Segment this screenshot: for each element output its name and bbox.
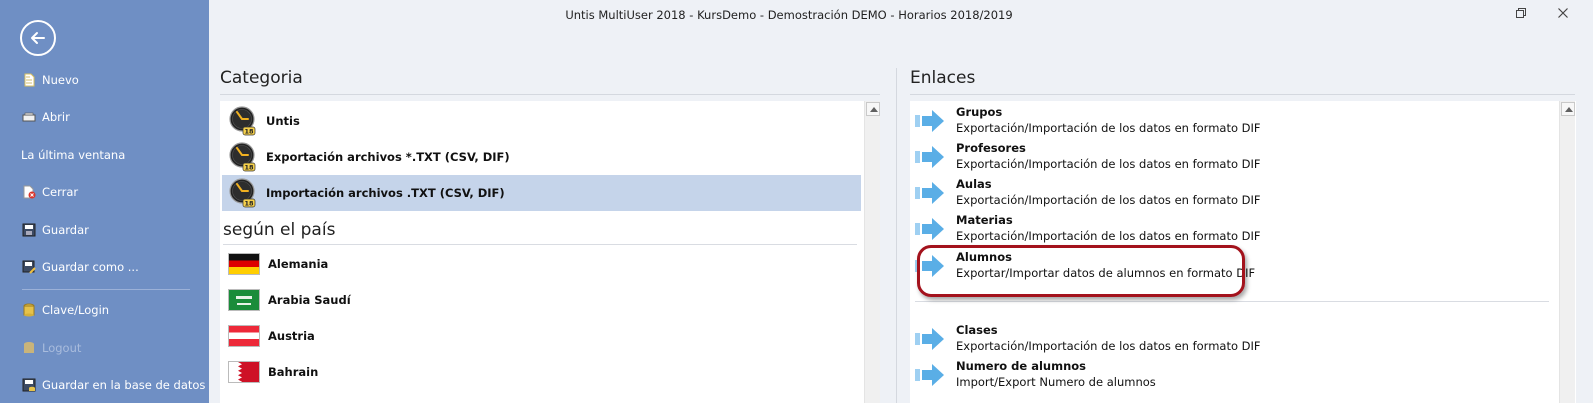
category-item-importacion[interactable]: 18 Importación archivos .TXT (CSV, DIF) bbox=[222, 175, 861, 211]
link-description: Exportación/Importación de los datos en … bbox=[956, 121, 1261, 135]
country-label: Austria bbox=[268, 329, 315, 343]
arrow-right-icon bbox=[915, 110, 944, 132]
flag-bahrain-icon bbox=[228, 361, 260, 383]
logout-icon bbox=[24, 342, 34, 353]
flag-saudi-arabia-icon bbox=[228, 289, 260, 311]
arrow-right-icon bbox=[915, 146, 944, 168]
flag-austria-icon bbox=[228, 325, 260, 347]
link-item-numero-alumnos[interactable]: Numero de alumnos Import/Export Numero d… bbox=[912, 357, 1542, 393]
close-window-button[interactable] bbox=[1556, 7, 1570, 21]
svg-text:18: 18 bbox=[244, 128, 254, 136]
link-description: Import/Export Numero de alumnos bbox=[956, 375, 1156, 389]
pais-section-rule bbox=[223, 244, 857, 245]
country-item-austria[interactable]: Austria bbox=[222, 318, 861, 354]
menu-item-clave-login[interactable]: Clave/Login bbox=[22, 301, 109, 319]
menu-item-label: Nuevo bbox=[42, 73, 79, 87]
menu-item-label: Guardar como ... bbox=[42, 260, 139, 274]
sidebar-divider bbox=[22, 289, 190, 290]
flag-germany-icon bbox=[228, 253, 260, 275]
backstage-sidebar: Nuevo Abrir La última ventana Cerrar Gua… bbox=[0, 0, 209, 403]
link-title: Aulas bbox=[956, 177, 992, 191]
country-label: Arabia Saudí bbox=[268, 293, 351, 307]
menu-item-nuevo[interactable]: Nuevo bbox=[22, 71, 79, 89]
close-icon bbox=[1558, 8, 1568, 18]
untis-clock-icon: 18 bbox=[229, 106, 256, 136]
arrow-left-icon bbox=[31, 32, 45, 44]
enlaces-title: Enlaces bbox=[910, 68, 976, 88]
link-title: Grupos bbox=[956, 105, 1003, 119]
link-item-materias[interactable]: Materias Exportación/Importación de los … bbox=[912, 211, 1542, 247]
menu-item-cerrar[interactable]: Cerrar bbox=[22, 183, 78, 201]
link-title: Clases bbox=[956, 323, 998, 337]
svg-text:18: 18 bbox=[244, 200, 254, 208]
scroll-up-button[interactable] bbox=[866, 102, 880, 116]
category-label: Untis bbox=[266, 114, 300, 128]
country-item-arabia-saudi[interactable]: Arabia Saudí bbox=[222, 282, 861, 318]
open-folder-icon bbox=[22, 112, 36, 122]
title-bar: Untis MultiUser 2018 - KursDemo - Demost… bbox=[209, 0, 1593, 30]
link-title: Profesores bbox=[956, 141, 1026, 155]
new-file-icon bbox=[24, 73, 35, 87]
save-as-icon bbox=[22, 260, 36, 274]
scroll-up-button[interactable] bbox=[1561, 102, 1575, 116]
link-item-grupos[interactable]: Grupos Exportación/Importación de los da… bbox=[912, 103, 1542, 139]
close-file-icon bbox=[23, 185, 36, 199]
untis-clock-icon: 18 bbox=[229, 178, 256, 208]
pais-section-title: según el país bbox=[223, 220, 336, 240]
category-item-untis[interactable]: 18 Untis bbox=[222, 103, 861, 139]
links-divider bbox=[915, 301, 1549, 302]
menu-item-label: Guardar en la base de datos bbox=[42, 378, 206, 392]
panel-divider bbox=[896, 68, 897, 403]
link-description: Exportación/Importación de los datos en … bbox=[956, 157, 1261, 171]
arrow-right-icon bbox=[915, 328, 944, 350]
window-title: Untis MultiUser 2018 - KursDemo - Demost… bbox=[565, 8, 1013, 22]
category-label: Exportación archivos *.TXT (CSV, DIF) bbox=[266, 150, 510, 164]
menu-item-guardar-como[interactable]: Guardar como ... bbox=[22, 258, 139, 276]
category-item-exportacion[interactable]: 18 Exportación archivos *.TXT (CSV, DIF) bbox=[222, 139, 861, 175]
country-label: Bahrain bbox=[268, 365, 319, 379]
restore-button[interactable] bbox=[1514, 7, 1528, 21]
arrow-right-icon bbox=[915, 182, 944, 204]
menu-item-abrir[interactable]: Abrir bbox=[22, 108, 70, 126]
menu-item-label: Clave/Login bbox=[42, 303, 110, 317]
save-icon bbox=[22, 223, 36, 237]
link-title: Numero de alumnos bbox=[956, 359, 1087, 373]
menu-item-label: Guardar bbox=[42, 223, 89, 237]
enlaces-scrollbar[interactable] bbox=[1559, 101, 1575, 403]
restore-icon bbox=[1516, 8, 1526, 18]
menu-item-label: Abrir bbox=[42, 110, 70, 124]
menu-item-label: Cerrar bbox=[42, 185, 79, 199]
menu-item-ultima-ventana[interactable]: La última ventana bbox=[21, 146, 125, 164]
menu-item-guardar[interactable]: Guardar bbox=[22, 221, 89, 239]
categoria-scrollbar[interactable] bbox=[864, 101, 880, 403]
link-item-aulas[interactable]: Aulas Exportación/Importación de los dat… bbox=[912, 175, 1542, 211]
link-item-clases[interactable]: Clases Exportación/Importación de los da… bbox=[912, 321, 1542, 357]
country-label: Alemania bbox=[268, 257, 329, 271]
key-icon bbox=[23, 303, 35, 317]
link-description: Exportación/Importación de los datos en … bbox=[956, 193, 1261, 207]
menu-item-guardar-base-datos[interactable]: Guardar en la base de datos bbox=[22, 376, 205, 394]
arrow-right-icon bbox=[915, 364, 944, 386]
country-item-bahrain[interactable]: Bahrain bbox=[222, 354, 861, 390]
category-label: Importación archivos .TXT (CSV, DIF) bbox=[266, 186, 505, 200]
svg-text:18: 18 bbox=[244, 164, 254, 172]
categoria-title-rule bbox=[220, 94, 880, 95]
link-description: Exportación/Importación de los datos en … bbox=[956, 339, 1261, 353]
categoria-title: Categoria bbox=[220, 68, 303, 88]
untis-clock-icon: 18 bbox=[229, 142, 256, 172]
link-description: Exportación/Importación de los datos en … bbox=[956, 229, 1261, 243]
country-item-alemania[interactable]: Alemania bbox=[222, 246, 861, 282]
menu-item-logout[interactable]: Logout bbox=[22, 339, 81, 357]
menu-item-label: Logout bbox=[42, 341, 82, 355]
back-button[interactable] bbox=[20, 20, 56, 56]
menu-item-label: La última ventana bbox=[21, 148, 126, 162]
link-title: Materias bbox=[956, 213, 1013, 227]
categoria-list[interactable]: 18 Untis 18 Exportación archivos *.TXT (… bbox=[220, 101, 880, 403]
database-icon bbox=[22, 378, 36, 392]
alumnos-highlight-annotation bbox=[917, 245, 1245, 297]
arrow-right-icon bbox=[915, 218, 944, 240]
enlaces-title-rule bbox=[910, 94, 1575, 95]
link-item-profesores[interactable]: Profesores Exportación/Importación de lo… bbox=[912, 139, 1542, 175]
